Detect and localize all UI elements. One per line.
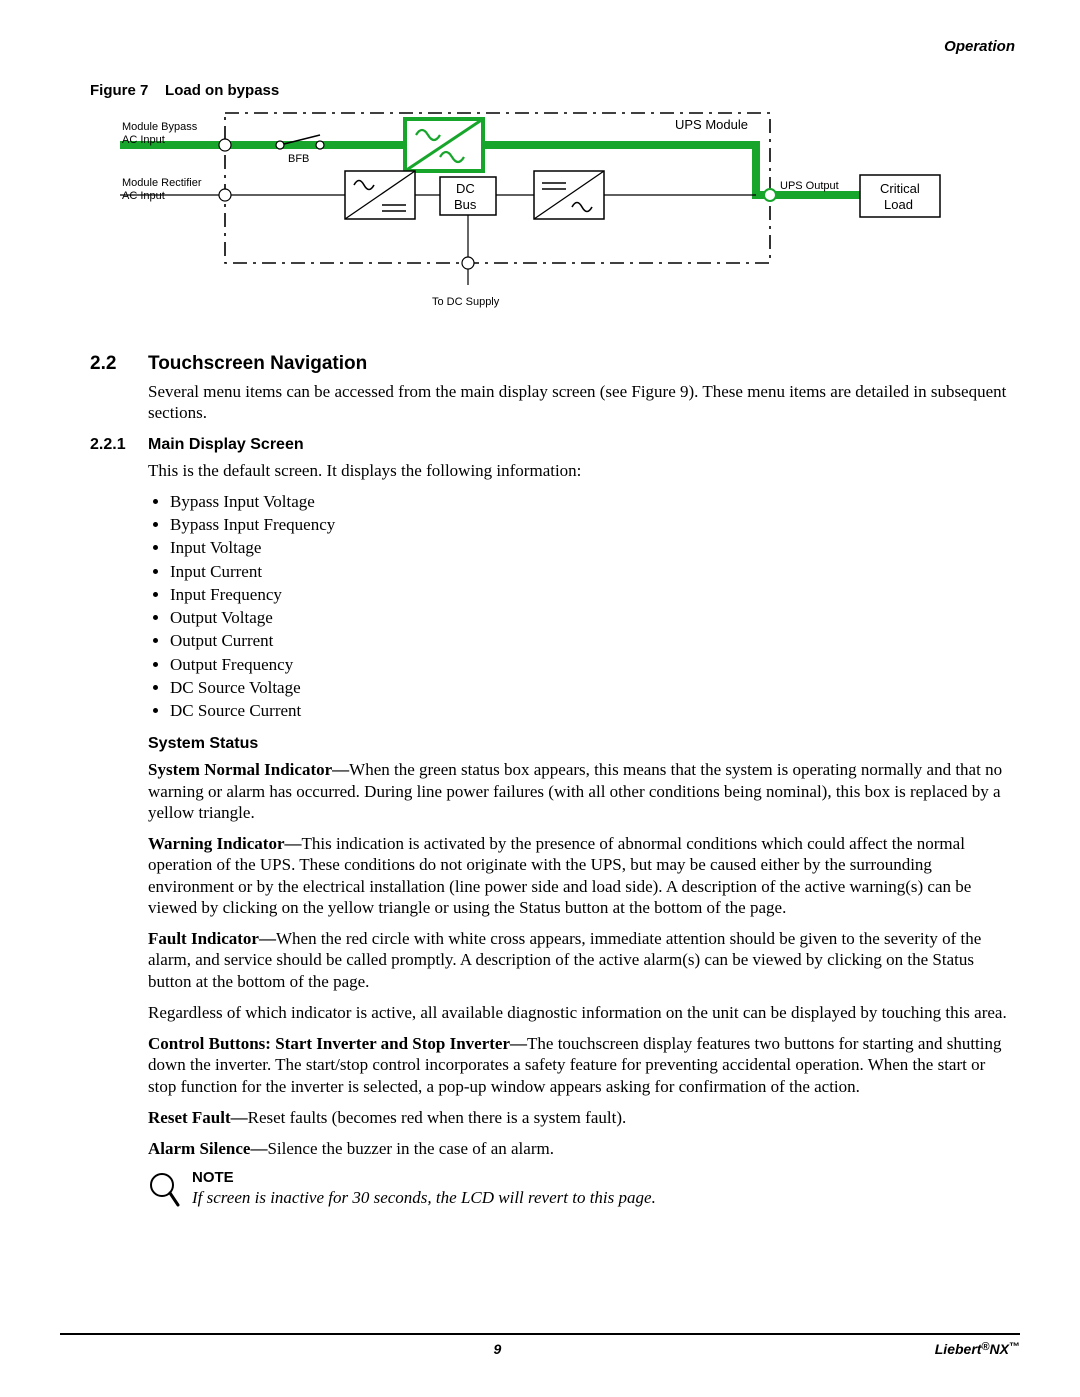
diag-static-bypass-box	[405, 119, 483, 171]
list-item: Bypass Input Voltage	[170, 491, 1010, 512]
diag-label-ups-module: UPS Module	[675, 117, 748, 132]
intro-2-2: Several menu items can be accessed from …	[148, 381, 1010, 424]
figure-label: Figure 7	[90, 82, 148, 99]
diag-label-module-bypass: Module Bypass	[122, 121, 198, 133]
figure-title: Load on bypass	[165, 82, 279, 99]
para-control-buttons: Control Buttons: Start Inverter and Stop…	[148, 1033, 1010, 1097]
list-item: Output Frequency	[170, 654, 1010, 675]
heading-num: 2.2.1	[90, 436, 148, 454]
heading-title: Main Display Screen	[148, 436, 304, 454]
magnifier-icon	[148, 1169, 192, 1209]
diag-label-ac-input-2: AC Input	[122, 190, 165, 202]
display-info-list: Bypass Input Voltage Bypass Input Freque…	[148, 491, 1010, 722]
note-label: NOTE	[192, 1169, 1020, 1186]
list-item: Input Voltage	[170, 537, 1010, 558]
footer-brand: Liebert®NX™	[935, 1341, 1020, 1357]
svg-text:DC: DC	[456, 181, 475, 196]
diag-rectifier-box	[345, 171, 415, 219]
intro-2-2-1: This is the default screen. It displays …	[148, 460, 1010, 481]
heading-title: Touchscreen Navigation	[148, 353, 367, 375]
diag-label-to-dc-supply: To DC Supply	[432, 296, 500, 308]
svg-text:Load: Load	[884, 197, 913, 212]
heading-2-2: 2.2 Touchscreen Navigation	[60, 353, 1020, 375]
para-system-normal: System Normal Indicator—When the green s…	[148, 759, 1010, 823]
heading-system-status: System Status	[148, 735, 1020, 753]
para-reset-fault: Reset Fault—Reset faults (becomes red wh…	[148, 1107, 1010, 1128]
note-text: If screen is inactive for 30 seconds, th…	[192, 1188, 1020, 1208]
header-section: Operation	[944, 38, 1015, 55]
diag-label-ups-output: UPS Output	[780, 180, 839, 192]
list-item: Output Current	[170, 630, 1010, 651]
page-footer: 9 Liebert®NX™	[60, 1333, 1020, 1357]
diag-inverter-box	[534, 171, 604, 219]
list-item: Input Frequency	[170, 584, 1010, 605]
list-item: Bypass Input Frequency	[170, 514, 1010, 535]
note-block: NOTE If screen is inactive for 30 second…	[148, 1169, 1020, 1209]
figure-caption: Figure 7 Load on bypass	[90, 82, 1020, 99]
para-diagnostic-info: Regardless of which indicator is active,…	[148, 1002, 1010, 1023]
diag-critical-load-box: Critical Load	[860, 175, 940, 217]
list-item: DC Source Voltage	[170, 677, 1010, 698]
para-alarm-silence: Alarm Silence—Silence the buzzer in the …	[148, 1138, 1010, 1159]
page-number: 9	[60, 1341, 935, 1357]
list-item: Input Current	[170, 561, 1010, 582]
svg-text:Bus: Bus	[454, 197, 477, 212]
svg-text:Critical: Critical	[880, 181, 920, 196]
diag-label-ac-input-1: AC Input	[122, 134, 165, 146]
list-item: DC Source Current	[170, 700, 1010, 721]
list-item: Output Voltage	[170, 607, 1010, 628]
heading-num: 2.2	[90, 353, 148, 375]
para-warning-indicator: Warning Indicator—This indication is act…	[148, 833, 1010, 918]
heading-2-2-1: 2.2.1 Main Display Screen	[60, 436, 1020, 454]
diag-label-module-rectifier: Module Rectifier	[122, 177, 202, 189]
diag-label-bfb: BFB	[288, 153, 309, 165]
figure-diagram: UPS Module Module Bypass AC Input Module…	[120, 105, 1020, 335]
para-fault-indicator: Fault Indicator—When the red circle with…	[148, 928, 1010, 992]
diag-dc-bus-box: DC Bus	[440, 177, 496, 215]
